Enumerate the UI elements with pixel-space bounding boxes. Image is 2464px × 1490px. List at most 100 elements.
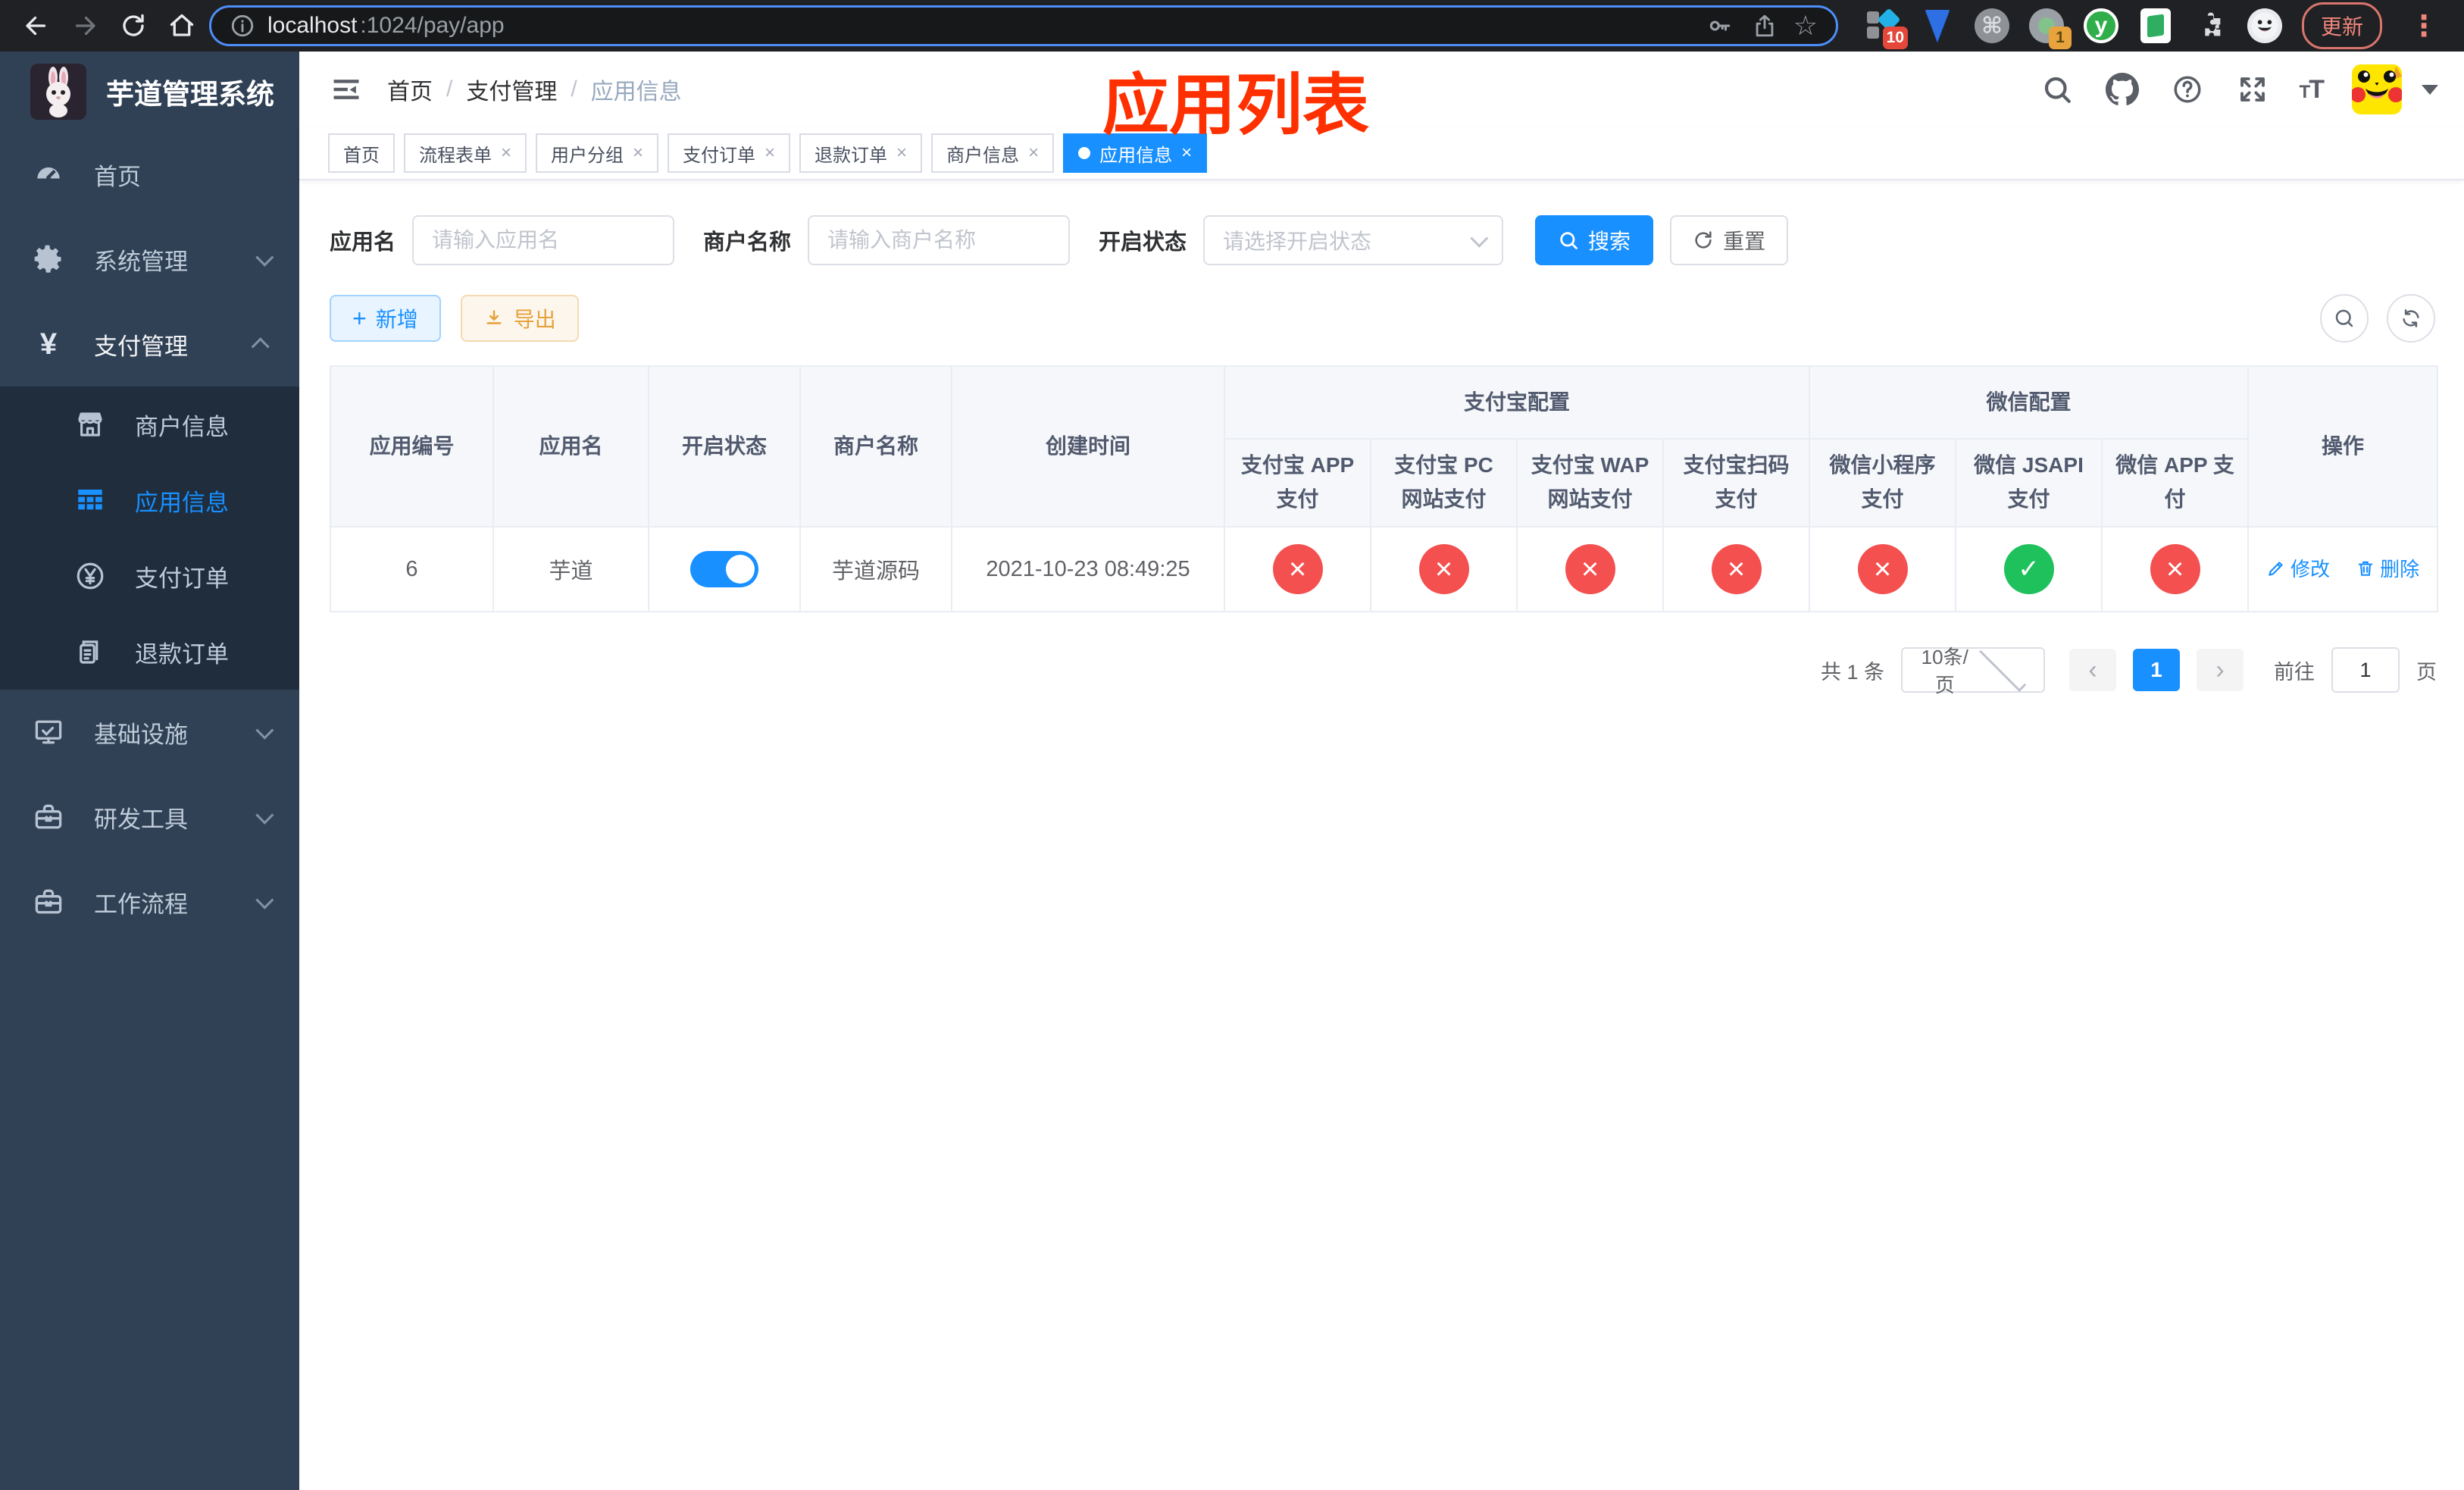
prev-page-button[interactable]	[2069, 649, 2116, 691]
help-circle-icon[interactable]	[2169, 71, 2206, 108]
sidebar-item-merchant-info[interactable]: 商户信息	[0, 387, 299, 462]
extension-badge: 1	[2049, 27, 2072, 49]
sidebar-item-label: 商户信息	[135, 413, 229, 440]
sidebar-item-pay-order[interactable]: 支付订单	[0, 538, 299, 614]
extension-y-icon[interactable]: y	[2084, 8, 2118, 43]
tab-process-form[interactable]: 流程表单	[404, 133, 527, 173]
add-button[interactable]: + 新增	[330, 295, 441, 342]
sidebar-item-workflow[interactable]: 工作流程	[0, 859, 299, 944]
add-button-label: 新增	[375, 308, 418, 331]
sidebar-item-infra[interactable]: 基础设施	[0, 690, 299, 775]
merchant-name-input[interactable]	[808, 215, 1071, 265]
chrome-update-button[interactable]: 更新	[2302, 2, 2383, 49]
status-toggle[interactable]	[690, 551, 758, 587]
sidebar-item-system[interactable]: 系统管理	[0, 217, 299, 302]
cell-alipay-wap	[1516, 526, 1664, 612]
browser-menu-icon[interactable]: ⋮	[2402, 9, 2446, 43]
page-annotation: 应用列表	[1102, 67, 1370, 142]
payment-submenu: 商户信息 应用信息 支付订单 退款订单	[0, 387, 299, 690]
table-row: 6 芋道 芋道源码 2021-10-23 08:49:25 × × × × × …	[330, 526, 2439, 612]
col-merchant: 商户名称	[799, 365, 952, 527]
tab-user-group[interactable]: 用户分组	[536, 133, 659, 173]
group-wechat-config: 微信配置	[1809, 365, 2250, 440]
breadcrumb-home[interactable]: 首页	[387, 73, 433, 106]
extension-kite-icon[interactable]	[1920, 8, 1955, 43]
chevron-down-icon	[255, 806, 274, 825]
extension-command-icon[interactable]: ⌘	[1975, 8, 2009, 43]
sidebar-item-label: 研发工具	[94, 806, 188, 833]
tab-label: 支付订单	[683, 145, 756, 166]
delete-link[interactable]: 删除	[2356, 554, 2419, 582]
close-icon[interactable]	[896, 142, 907, 164]
fullscreen-icon[interactable]	[2234, 71, 2271, 108]
cell-app-name: 芋道	[492, 526, 649, 612]
bookmark-star-icon[interactable]: ☆	[1793, 12, 1818, 39]
cell-wx-app	[2101, 526, 2250, 612]
sidebar-item-home[interactable]: 首页	[0, 132, 299, 217]
sidebar-item-payment[interactable]: ¥ 支付管理	[0, 302, 299, 387]
next-page-button[interactable]	[2197, 649, 2244, 691]
tab-refund-order[interactable]: 退款订单	[799, 133, 923, 173]
edit-link[interactable]: 修改	[2266, 554, 2330, 582]
refresh-table-button[interactable]	[2387, 294, 2435, 343]
app-name-input[interactable]	[412, 215, 675, 265]
close-icon[interactable]	[1028, 142, 1039, 164]
extension-pinned-icon[interactable]: 10	[1865, 8, 1908, 49]
status-select[interactable]: 请选择开启状态	[1203, 215, 1504, 265]
back-arrow-icon[interactable]	[15, 5, 58, 47]
edit-link-label: 修改	[2290, 558, 2331, 581]
extension-badge: 10	[1882, 27, 1908, 49]
avatar-caret-icon[interactable]	[2422, 84, 2438, 95]
sidebar-item-app-info[interactable]: 应用信息	[0, 462, 299, 538]
export-button[interactable]: 导出	[460, 295, 579, 342]
home-icon[interactable]	[161, 5, 203, 47]
goto-page-input[interactable]	[2331, 647, 2400, 693]
toolbox-icon	[30, 799, 67, 835]
font-size-icon[interactable]: TT	[2300, 75, 2325, 105]
status-label: 开启状态	[1099, 230, 1187, 255]
forward-arrow-icon[interactable]	[64, 5, 106, 47]
tab-pay-order[interactable]: 支付订单	[668, 133, 791, 173]
grid-table-icon	[73, 483, 108, 518]
close-icon[interactable]	[501, 142, 511, 164]
search-icon[interactable]	[2039, 71, 2075, 108]
close-icon[interactable]	[633, 142, 643, 164]
app-name-label: 应用名	[330, 230, 396, 255]
status-cross-icon	[1711, 544, 1762, 594]
search-button[interactable]: 搜索	[1535, 215, 1654, 265]
extension-emoji-icon[interactable]	[2247, 8, 2282, 43]
active-tab-dot	[1078, 147, 1091, 159]
gear-icon	[30, 241, 67, 277]
tab-merchant-info[interactable]: 商户信息	[931, 133, 1055, 173]
page-size-select[interactable]: 10条/页	[1901, 644, 2045, 696]
sidebar-item-refund-order[interactable]: 退款订单	[0, 614, 299, 690]
sidebar-item-devtools[interactable]: 研发工具	[0, 775, 299, 859]
extensions-puzzle-icon[interactable]	[2193, 8, 2228, 43]
breadcrumb-current: 应用信息	[590, 80, 682, 105]
search-form: 应用名 商户名称 开启状态 请选择开启状态 搜索 重置	[330, 215, 2435, 265]
status-cross-icon	[1565, 544, 1615, 594]
tab-home[interactable]: 首页	[328, 133, 395, 173]
page-number-button[interactable]: 1	[2133, 649, 2180, 691]
sidebar-item-label: 退款订单	[135, 640, 229, 668]
collapse-sidebar-icon[interactable]	[325, 68, 367, 111]
extension-proxy-icon[interactable]: 1	[2029, 8, 2072, 49]
password-key-icon[interactable]	[1703, 9, 1736, 42]
site-info-icon[interactable]	[230, 13, 255, 39]
logo-image	[30, 64, 86, 120]
github-icon[interactable]	[2104, 71, 2140, 108]
close-icon[interactable]	[765, 142, 775, 164]
reload-icon[interactable]	[112, 5, 155, 47]
yen-circle-icon	[73, 559, 108, 593]
url-bar[interactable]: localhost :1024/pay/app ☆	[209, 5, 1838, 46]
tab-label: 流程表单	[419, 145, 492, 166]
user-avatar[interactable]	[2352, 64, 2402, 114]
url-path: :1024/pay/app	[360, 13, 505, 38]
reset-button[interactable]: 重置	[1670, 215, 1789, 265]
extension-notes-icon[interactable]	[2138, 8, 2173, 43]
share-icon[interactable]	[1748, 9, 1781, 42]
hide-search-button[interactable]	[2320, 294, 2369, 343]
pagination-total: 共 1 条	[1820, 660, 1884, 684]
sidebar-item-label: 基础设施	[94, 721, 188, 748]
col-status: 开启状态	[648, 365, 801, 527]
